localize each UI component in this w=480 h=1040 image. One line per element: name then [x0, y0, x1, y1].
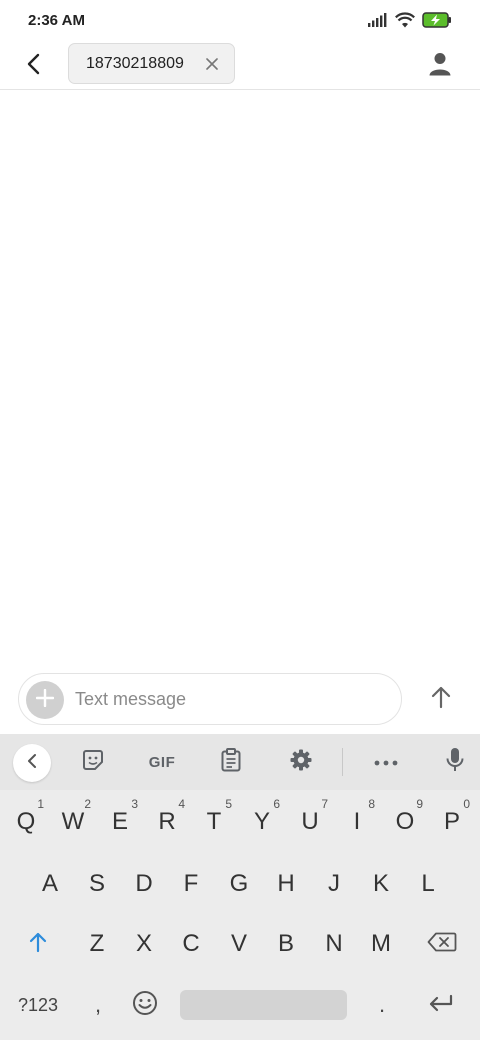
arrow-up-icon — [430, 685, 452, 714]
emoji-icon — [132, 990, 158, 1021]
key-d[interactable]: D — [122, 856, 166, 912]
enter-key[interactable] — [418, 977, 464, 1033]
toolbar-divider — [342, 748, 343, 776]
gif-button[interactable]: GIF — [143, 744, 181, 780]
voice-input-button[interactable] — [436, 744, 474, 780]
space-key[interactable] — [180, 990, 347, 1020]
key-i[interactable]: I8 — [335, 794, 379, 850]
emoji-key[interactable] — [124, 977, 166, 1033]
gear-icon — [289, 748, 313, 777]
shift-key[interactable] — [14, 916, 62, 972]
key-m[interactable]: M — [359, 916, 403, 972]
key-a[interactable]: A — [28, 856, 72, 912]
chevron-left-icon — [26, 753, 38, 774]
key-f[interactable]: F — [169, 856, 213, 912]
key-h[interactable]: H — [264, 856, 308, 912]
remove-recipient-button[interactable] — [203, 55, 221, 73]
status-bar: 2:36 AM — [0, 0, 480, 42]
key-b[interactable]: B — [264, 916, 308, 972]
enter-icon — [428, 994, 454, 1017]
key-g[interactable]: G — [217, 856, 261, 912]
key-u[interactable]: U7 — [288, 794, 332, 850]
sticker-icon — [82, 749, 104, 776]
shift-arrow-icon — [28, 931, 48, 958]
key-k[interactable]: K — [359, 856, 403, 912]
message-input[interactable] — [75, 682, 385, 716]
backspace-icon — [427, 932, 457, 957]
recipient-chip[interactable]: 18730218809 — [68, 43, 235, 84]
conversation-area — [0, 91, 480, 667]
key-c[interactable]: C — [169, 916, 213, 972]
recipient-number: 18730218809 — [86, 55, 184, 72]
key-v[interactable]: V — [217, 916, 261, 972]
wifi-icon — [395, 11, 415, 33]
period-key[interactable]: . — [362, 977, 402, 1033]
add-attachment-button[interactable] — [26, 681, 64, 719]
key-r[interactable]: R4 — [145, 794, 189, 850]
keyboard-toolbar: GIF — [0, 734, 480, 790]
sticker-button[interactable] — [74, 744, 112, 780]
key-s[interactable]: S — [75, 856, 119, 912]
key-t[interactable]: T5 — [192, 794, 236, 850]
signal-icon — [368, 12, 388, 32]
arrow-back-icon — [24, 52, 44, 81]
settings-button[interactable] — [282, 744, 320, 780]
key-l[interactable]: L — [406, 856, 450, 912]
status-icons — [368, 11, 452, 33]
key-y[interactable]: Y6 — [240, 794, 284, 850]
key-n[interactable]: N — [312, 916, 356, 972]
battery-charging-icon — [422, 11, 452, 33]
key-z[interactable]: Z — [75, 916, 119, 972]
app-header: 18730218809 — [0, 42, 480, 90]
gif-label: GIF — [148, 753, 176, 771]
clipboard-icon — [220, 747, 242, 777]
symbols-key[interactable]: ?123 — [10, 977, 66, 1033]
key-e[interactable]: E3 — [98, 794, 142, 850]
compose-bar — [18, 673, 402, 725]
microphone-icon — [446, 747, 464, 778]
soft-keyboard: GIF Q 1 W 2 E 3 R 4 T 5 Y 6 U 7 I 8 O 9 … — [0, 734, 480, 1040]
status-time: 2:36 AM — [28, 12, 85, 29]
plus-icon — [35, 688, 55, 712]
contact-button[interactable] — [422, 48, 458, 84]
key-j[interactable]: J — [312, 856, 356, 912]
clipboard-button[interactable] — [212, 744, 250, 780]
key-o[interactable]: O9 — [383, 794, 427, 850]
more-icon — [374, 753, 398, 771]
key-x[interactable]: X — [122, 916, 166, 972]
key-p[interactable]: P0 — [430, 794, 474, 850]
comma-key[interactable]: , — [78, 977, 118, 1033]
send-button[interactable] — [422, 680, 460, 718]
close-icon — [206, 58, 218, 70]
back-button[interactable] — [16, 48, 52, 84]
backspace-key[interactable] — [418, 916, 466, 972]
collapse-toolbar-button[interactable] — [13, 744, 51, 782]
key-q[interactable]: Q1 — [4, 794, 48, 850]
key-w[interactable]: W2 — [51, 794, 95, 850]
more-button[interactable] — [367, 744, 405, 780]
person-icon — [429, 52, 451, 81]
